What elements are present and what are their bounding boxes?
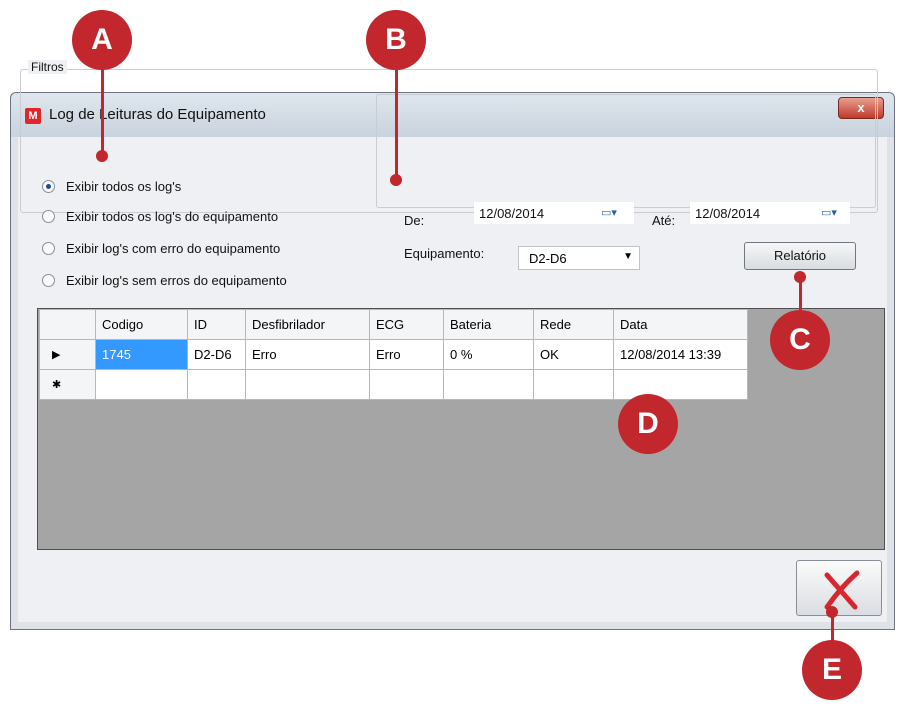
radio-button[interactable] bbox=[42, 210, 55, 223]
equipment-label: Equipamento: bbox=[404, 246, 485, 261]
column-header-rede[interactable]: Rede bbox=[533, 309, 614, 340]
from-label: De: bbox=[404, 213, 425, 228]
callout-b: B bbox=[366, 10, 426, 70]
table-row[interactable]: ▶ 1745 D2-D6 Erro Erro 0 % OK 12/08/2014… bbox=[39, 339, 748, 370]
radio-button[interactable] bbox=[42, 180, 55, 193]
cell-data[interactable]: 12/08/2014 13:39 bbox=[613, 339, 748, 370]
radio-label: Exibir todos os log's do equipamento bbox=[66, 209, 279, 224]
column-header-desfibrilador[interactable]: Desfibrilador bbox=[245, 309, 370, 340]
column-header-id[interactable]: ID bbox=[187, 309, 246, 340]
table-header-row: Codigo ID Desfibrilador ECG Bateria Rede… bbox=[39, 309, 748, 340]
chevron-down-icon[interactable]: ▼ bbox=[623, 251, 633, 262]
cell-rede[interactable] bbox=[533, 369, 614, 400]
cell-id[interactable]: D2-D6 bbox=[187, 339, 246, 370]
to-date-picker[interactable]: 12/08/2014 ▭▾ bbox=[690, 202, 850, 224]
cell-id[interactable] bbox=[187, 369, 246, 400]
cell-codigo[interactable] bbox=[95, 369, 188, 400]
callout-c-dot bbox=[794, 271, 806, 283]
equipment-select[interactable]: D2-D6 ▼ bbox=[518, 246, 640, 270]
date-range-group bbox=[376, 94, 876, 208]
filters-group-label: Filtros bbox=[28, 60, 67, 74]
callout-a: A bbox=[72, 10, 132, 70]
from-date-value: 12/08/2014 bbox=[479, 206, 545, 221]
cell-desfibrilador[interactable] bbox=[245, 369, 370, 400]
cancel-button[interactable] bbox=[796, 560, 882, 616]
callout-b-dot bbox=[390, 174, 402, 186]
callout-e: E bbox=[802, 640, 862, 700]
column-header-data[interactable]: Data bbox=[613, 309, 748, 340]
from-date-picker[interactable]: 12/08/2014 ▭▾ bbox=[474, 202, 634, 224]
to-date-value: 12/08/2014 bbox=[695, 206, 761, 221]
cell-bateria[interactable]: 0 % bbox=[443, 339, 534, 370]
callout-e-dot bbox=[826, 606, 838, 618]
callout-c: C bbox=[770, 310, 830, 370]
column-header-ecg[interactable]: ECG bbox=[369, 309, 444, 340]
cell-codigo[interactable]: 1745 bbox=[95, 339, 188, 370]
column-header-bateria[interactable]: Bateria bbox=[443, 309, 534, 340]
to-label: Até: bbox=[652, 213, 676, 228]
radio-button[interactable] bbox=[42, 242, 55, 255]
radio-label: Exibir log's com erro do equipamento bbox=[66, 241, 281, 256]
current-row-marker-icon[interactable]: ▶ bbox=[39, 339, 96, 370]
cell-desfibrilador[interactable]: Erro bbox=[245, 339, 370, 370]
callout-a-line bbox=[101, 68, 104, 156]
red-x-icon bbox=[824, 570, 860, 610]
equipment-value: D2-D6 bbox=[529, 251, 567, 266]
cell-bateria[interactable] bbox=[443, 369, 534, 400]
radio-button[interactable] bbox=[42, 274, 55, 287]
cell-data[interactable] bbox=[613, 369, 748, 400]
report-button[interactable]: Relatório bbox=[744, 242, 856, 270]
calendar-dropdown-icon[interactable]: ▭▾ bbox=[821, 206, 843, 222]
column-header-codigo[interactable]: Codigo bbox=[95, 309, 188, 340]
row-header-corner[interactable] bbox=[39, 309, 96, 340]
cell-rede[interactable]: OK bbox=[533, 339, 614, 370]
cell-ecg[interactable]: Erro bbox=[369, 339, 444, 370]
new-row-marker-icon[interactable]: ✱ bbox=[39, 369, 96, 400]
callout-d: D bbox=[618, 394, 678, 454]
callout-b-line bbox=[395, 68, 398, 180]
log-data-grid[interactable]: Codigo ID Desfibrilador ECG Bateria Rede… bbox=[37, 308, 885, 550]
log-table: Codigo ID Desfibrilador ECG Bateria Rede… bbox=[39, 309, 748, 400]
radio-label: Exibir log's sem erros do equipamento bbox=[66, 273, 287, 288]
cell-ecg[interactable] bbox=[369, 369, 444, 400]
radio-label: Exibir todos os log's bbox=[66, 179, 182, 194]
calendar-dropdown-icon[interactable]: ▭▾ bbox=[601, 206, 623, 222]
callout-a-dot bbox=[96, 150, 108, 162]
